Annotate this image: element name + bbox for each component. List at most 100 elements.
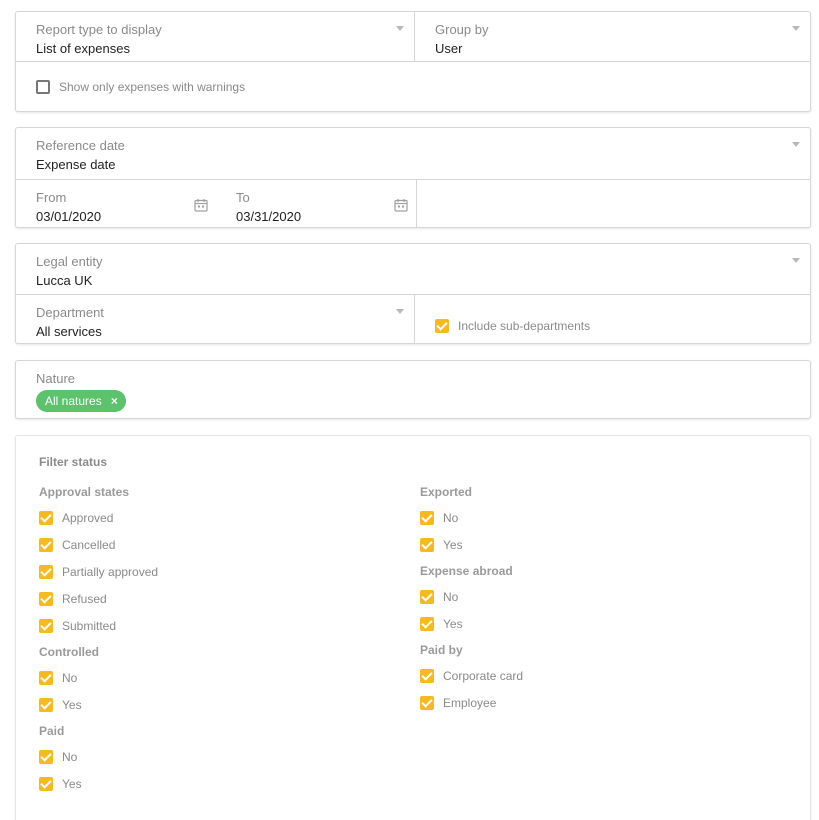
checkbox-checked-icon[interactable]: [420, 538, 434, 552]
option-label: Corporate card: [443, 669, 524, 683]
reference-date-value: Expense date: [36, 157, 116, 172]
checkbox-checked-icon[interactable]: [420, 696, 434, 710]
warnings-cell: Show only expenses with warnings: [16, 62, 265, 112]
checkbox-checked-icon[interactable]: [420, 590, 434, 604]
filter-status-title: Filter status: [39, 455, 108, 469]
filter-status-card: Filter status Approval states Approved C…: [15, 435, 811, 820]
reference-date-label: Reference date: [36, 138, 125, 153]
checkbox-checked-icon[interactable]: [39, 511, 53, 525]
chevron-down-icon: [396, 26, 404, 31]
nature-chip-label: All natures: [45, 394, 102, 408]
reference-date-select[interactable]: Reference date Expense date: [16, 128, 810, 179]
warnings-row: Show only expenses with warnings: [16, 62, 810, 112]
to-date-field[interactable]: To 03/31/2020: [216, 180, 416, 228]
legal-entity-select[interactable]: Legal entity Lucca UK: [16, 244, 810, 294]
checkbox-checked-icon[interactable]: [39, 698, 53, 712]
expense-abroad-group: Expense abroad No Yes: [420, 564, 780, 632]
option-label: Employee: [443, 696, 497, 710]
option-label: Yes: [443, 617, 463, 631]
checkbox-unchecked-icon[interactable]: [36, 80, 50, 94]
report-type-value: List of expenses: [36, 41, 130, 56]
subdepartments-checkbox[interactable]: Include sub-departments: [435, 319, 790, 333]
department-row: Department All services Include sub-depa…: [16, 295, 810, 344]
calendar-icon[interactable]: [394, 198, 408, 212]
approval-cancelled-checkbox[interactable]: Cancelled: [39, 537, 399, 553]
checkbox-checked-icon[interactable]: [39, 750, 53, 764]
chevron-down-icon: [792, 142, 800, 147]
legal-entity-row: Legal entity Lucca UK: [16, 244, 810, 295]
calendar-icon[interactable]: [194, 198, 208, 212]
checkbox-checked-icon[interactable]: [420, 617, 434, 631]
option-label: Yes: [443, 538, 463, 552]
controlled-title: Controlled: [39, 645, 99, 659]
checkbox-checked-icon[interactable]: [39, 565, 53, 579]
checkbox-checked-icon[interactable]: [39, 538, 53, 552]
warnings-checkbox[interactable]: Show only expenses with warnings: [36, 80, 245, 94]
option-label: Yes: [62, 777, 82, 791]
checkbox-checked-icon[interactable]: [435, 319, 449, 333]
nature-field[interactable]: Nature All natures ×: [16, 361, 810, 412]
abroad-no-checkbox[interactable]: No: [420, 589, 780, 605]
department-label: Department: [36, 305, 104, 320]
to-date-label: To: [236, 190, 250, 205]
department-select[interactable]: Department All services: [16, 295, 414, 344]
checkbox-checked-icon[interactable]: [39, 619, 53, 633]
paid-by-employee-checkbox[interactable]: Employee: [420, 695, 780, 711]
approval-submitted-checkbox[interactable]: Submitted: [39, 618, 399, 634]
filter-left-column: Approval states Approved Cancelled Parti…: [39, 485, 399, 803]
approval-states-title: Approval states: [39, 485, 130, 499]
checkbox-checked-icon[interactable]: [39, 592, 53, 606]
report-type-select[interactable]: Report type to display List of expenses: [16, 12, 414, 61]
exported-title: Exported: [420, 485, 473, 499]
from-date-value: 03/01/2020: [36, 209, 102, 224]
report-type-label: Report type to display: [36, 22, 162, 37]
reference-date-row: Reference date Expense date: [16, 128, 810, 180]
paid-by-corporate-card-checkbox[interactable]: Corporate card: [420, 668, 780, 684]
option-label: Approved: [62, 511, 114, 525]
option-label: No: [62, 750, 78, 764]
paid-by-group: Paid by Corporate card Employee: [420, 643, 780, 711]
paid-title: Paid: [39, 724, 65, 738]
subdepartments-cell: Include sub-departments: [414, 295, 810, 344]
subdepartments-checkbox-label: Include sub-departments: [458, 319, 591, 333]
option-label: No: [62, 671, 78, 685]
controlled-group: Controlled No Yes: [39, 645, 399, 713]
paid-no-checkbox[interactable]: No: [39, 749, 399, 765]
exported-group: Exported No Yes: [420, 485, 780, 553]
controlled-yes-checkbox[interactable]: Yes: [39, 697, 399, 713]
exported-no-checkbox[interactable]: No: [420, 510, 780, 526]
option-label: Refused: [62, 592, 107, 606]
abroad-yes-checkbox[interactable]: Yes: [420, 616, 780, 632]
checkbox-checked-icon[interactable]: [39, 671, 53, 685]
paid-group: Paid No Yes: [39, 724, 399, 792]
approval-approved-checkbox[interactable]: Approved: [39, 510, 399, 526]
group-by-select[interactable]: Group by User: [414, 12, 810, 61]
from-date-label: From: [36, 190, 67, 205]
checkbox-checked-icon[interactable]: [420, 511, 434, 525]
controlled-no-checkbox[interactable]: No: [39, 670, 399, 686]
close-icon[interactable]: ×: [111, 394, 118, 408]
legal-entity-label: Legal entity: [36, 254, 103, 269]
approval-refused-checkbox[interactable]: Refused: [39, 591, 399, 607]
checkbox-checked-icon[interactable]: [420, 669, 434, 683]
organization-card: Legal entity Lucca UK Department All ser…: [15, 243, 811, 344]
option-label: Partially approved: [62, 565, 159, 579]
expense-abroad-title: Expense abroad: [420, 564, 513, 578]
paid-yes-checkbox[interactable]: Yes: [39, 776, 399, 792]
group-by-label: Group by: [435, 22, 489, 37]
dates-card: Reference date Expense date From 03/01/2…: [15, 127, 811, 228]
paid-by-title: Paid by: [420, 643, 463, 657]
chevron-down-icon: [792, 26, 800, 31]
nature-label: Nature: [36, 371, 76, 386]
chevron-down-icon: [792, 258, 800, 263]
from-date-field[interactable]: From 03/01/2020: [16, 180, 216, 228]
exported-yes-checkbox[interactable]: Yes: [420, 537, 780, 553]
report-selects-row: Report type to display List of expenses …: [16, 12, 810, 62]
checkbox-checked-icon[interactable]: [39, 777, 53, 791]
approval-partially-approved-checkbox[interactable]: Partially approved: [39, 564, 399, 580]
option-label: No: [443, 511, 459, 525]
legal-entity-value: Lucca UK: [36, 273, 93, 288]
chevron-down-icon: [396, 309, 404, 314]
nature-chip[interactable]: All natures ×: [36, 390, 126, 412]
to-date-value: 03/31/2020: [236, 209, 302, 224]
